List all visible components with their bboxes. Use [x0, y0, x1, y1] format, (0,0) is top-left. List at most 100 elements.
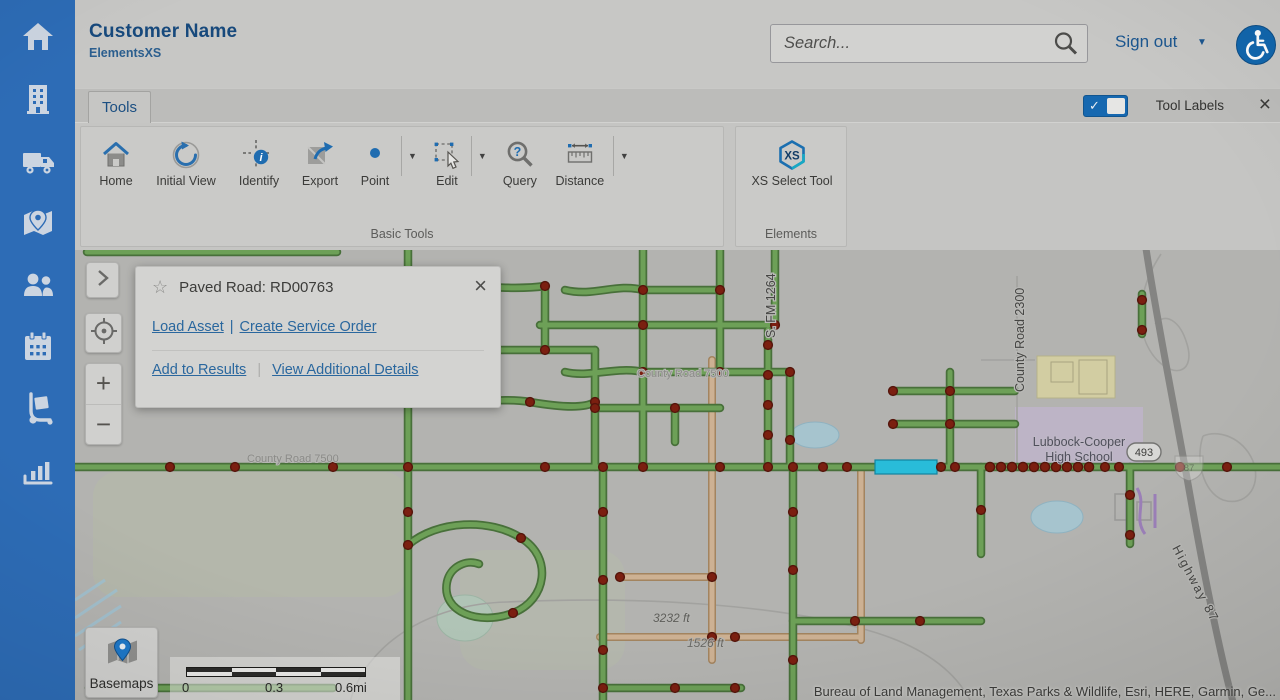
home-tool-icon [99, 136, 133, 173]
xs-logo-text: XS [784, 150, 800, 162]
road-label-cr2300: County Road 2300 [1013, 288, 1027, 392]
sidebar-item-reports[interactable] [17, 454, 59, 493]
tool-query[interactable]: ? Query [496, 136, 544, 188]
view-additional-details-link[interactable]: View Additional Details [272, 362, 418, 378]
sidebar-item-fleet[interactable] [17, 144, 59, 183]
sidebar-item-facilities[interactable] [17, 82, 59, 121]
popup-close-icon[interactable]: × [474, 273, 487, 299]
group-caption-elements: Elements [736, 227, 846, 241]
distance-dropdown[interactable]: ▼ [610, 136, 632, 176]
scale-bar: 0 0.3 0.6mi [170, 657, 400, 700]
tool-identify[interactable]: i Identify [230, 136, 288, 188]
edit-dropdown[interactable]: ▼ [468, 136, 490, 176]
separator [401, 136, 402, 176]
road-label-fm1264: S. FM 1264 [764, 273, 778, 338]
chevron-right-icon [94, 267, 112, 294]
zoom-out-button[interactable]: − [86, 405, 121, 445]
search-icon[interactable] [1052, 30, 1079, 57]
popup-secondary-links: Add to Results | View Additional Details [152, 362, 484, 378]
tab-tools[interactable]: Tools [88, 91, 151, 123]
initial-view-icon [169, 136, 203, 173]
measurement-label-2: 1526 ft [687, 636, 724, 650]
accessibility-button[interactable] [1236, 25, 1276, 65]
query-icon: ? [503, 136, 537, 173]
tool-label: Home [99, 174, 132, 188]
tool-labels-toggle[interactable]: ✓ [1083, 95, 1128, 117]
tool-label: Distance [556, 174, 605, 188]
basemap-icon [104, 635, 140, 674]
wheelchair-icon [1238, 25, 1274, 66]
selected-road-segment[interactable] [875, 460, 937, 474]
sign-out-button[interactable]: Sign out [1115, 32, 1177, 52]
sidebar-item-home[interactable] [17, 20, 59, 59]
search-input[interactable] [770, 24, 1088, 63]
app-subtitle: ElementsXS [89, 46, 237, 60]
map-attribution: Bureau of Land Management, Texas Parks &… [814, 684, 1276, 699]
sidebar-item-schedule[interactable] [17, 330, 59, 369]
chevron-down-icon: ▼ [405, 151, 420, 161]
hand-truck-icon [19, 390, 57, 433]
tool-home[interactable]: Home [90, 136, 142, 188]
school-label-line2: High School [1045, 450, 1112, 464]
us-87-shield: 87 [1175, 456, 1203, 481]
tool-export[interactable]: Export [294, 136, 346, 188]
check-icon: ✓ [1089, 98, 1100, 114]
zoom-controls: + − [85, 363, 122, 445]
scale-label-start: 0 [182, 680, 189, 695]
popup-divider [152, 350, 484, 351]
tool-xs-select[interactable]: XS XS Select Tool [744, 136, 840, 188]
tool-label: Point [361, 174, 390, 188]
tool-initial-view[interactable]: Initial View [148, 136, 224, 188]
link-separator: | [257, 362, 261, 378]
load-asset-link[interactable]: Load Asset [152, 319, 224, 335]
scale-bar-track [186, 667, 366, 677]
favorite-star-icon[interactable]: ☆ [152, 278, 168, 296]
users-icon [19, 266, 57, 309]
tool-distance[interactable]: Distance ▼ [550, 136, 632, 188]
scale-label-end: 0.6mi [335, 680, 367, 695]
query-mark: ? [514, 145, 522, 159]
sidebar-item-people[interactable] [17, 268, 59, 307]
scale-label-mid: 0.3 [265, 680, 283, 695]
chevron-down-icon: ▼ [617, 151, 632, 161]
measurement-label-1: 3232 ft [653, 611, 690, 625]
app-header: Customer Name ElementsXS Sign out ▼ [75, 0, 1280, 88]
point-dropdown[interactable]: ▼ [398, 136, 420, 176]
tool-labels-label: Tool Labels [1156, 98, 1224, 113]
crosshair-locate-icon [90, 317, 118, 350]
tab-strip: Tools ✓ Tool Labels × [75, 88, 1280, 122]
distance-icon [563, 136, 597, 173]
separator [613, 136, 614, 176]
basemaps-button[interactable]: Basemaps [85, 627, 158, 698]
map-canvas[interactable]: 493 87 S. FM 1264 County Road 2300 Count… [75, 250, 1280, 700]
basic-tools-row: Home Initial View i Identify Export [81, 127, 723, 188]
app-title-block: Customer Name ElementsXS [89, 21, 237, 60]
truck-icon [19, 142, 57, 185]
identify-popup: ☆ Paved Road: RD00763 × Load Asset|Creat… [135, 266, 501, 408]
tool-label: Initial View [156, 174, 216, 188]
global-search [770, 24, 1088, 63]
sign-out-chevron-down-icon[interactable]: ▼ [1197, 37, 1207, 48]
edit-icon [430, 136, 464, 173]
svg-text:493: 493 [1135, 447, 1153, 459]
svg-text:87: 87 [1184, 463, 1195, 474]
toolbar-panel: Home Initial View i Identify Export [75, 122, 1280, 250]
map-pin-icon [19, 204, 57, 247]
expand-panel-button[interactable] [86, 262, 119, 298]
school-label-line1: Lubbock-Cooper [1033, 435, 1125, 449]
tool-label: XS Select Tool [751, 174, 832, 188]
close-icon[interactable]: × [1259, 91, 1271, 119]
sidebar-item-map[interactable] [17, 206, 59, 245]
create-service-order-link[interactable]: Create Service Order [240, 319, 377, 335]
sidebar-item-materials[interactable] [17, 392, 59, 431]
zoom-in-button[interactable]: + [86, 364, 121, 405]
separator [471, 136, 472, 176]
locate-me-button[interactable] [85, 313, 122, 353]
road-label-main: County Road 7500 [247, 453, 339, 465]
tool-edit[interactable]: Edit ▼ [426, 136, 490, 188]
tool-label: Query [503, 174, 537, 188]
app-sidebar [0, 0, 75, 700]
add-to-results-link[interactable]: Add to Results [152, 362, 246, 378]
toggle-knob [1107, 98, 1125, 114]
tool-point[interactable]: Point ▼ [352, 136, 420, 188]
